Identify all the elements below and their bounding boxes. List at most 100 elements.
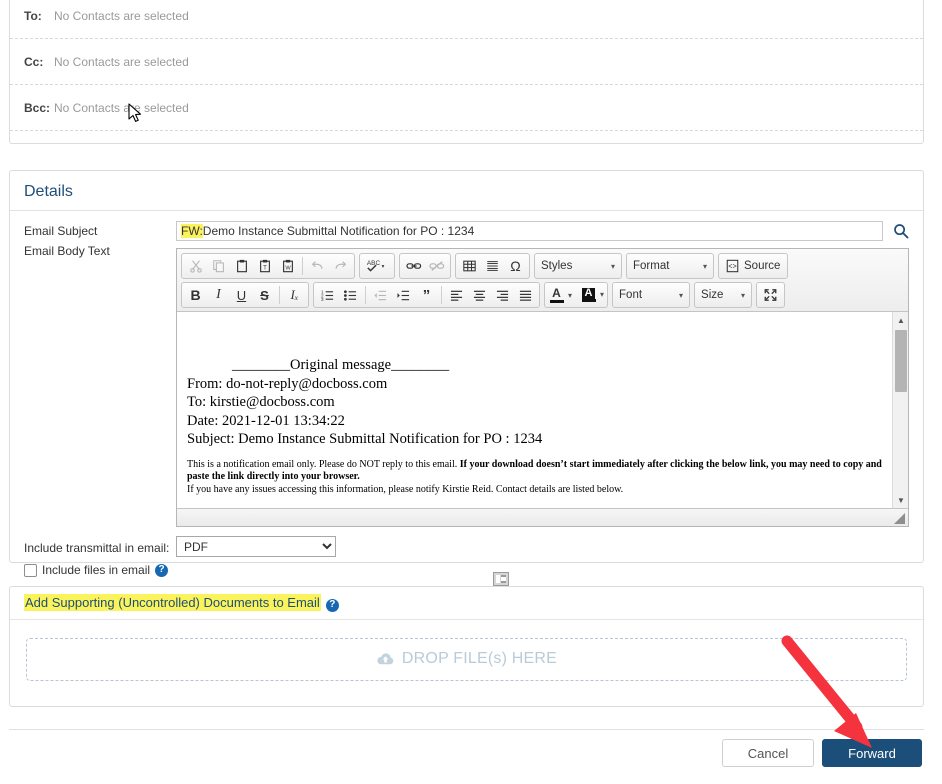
recipient-row-cc[interactable]: Cc: No Contacts are selected [10,39,923,85]
forward-email-dialog: To: No Contacts are selected Cc: No Cont… [0,0,942,784]
editor-content-area[interactable]: ________Original message________ From: d… [177,312,908,508]
cut-icon[interactable] [184,255,207,277]
maximize-icon[interactable] [759,284,782,306]
recipient-row-bcc[interactable]: Bcc: No Contacts are selected [10,85,923,131]
background-color-button[interactable]: A ▾ [579,287,605,303]
subject-prefix: FW: [181,224,203,238]
paragraph-group: 123 ” [313,282,540,308]
svg-text:<>: <> [728,264,736,272]
details-form: Email Subject FW:Demo Instance Submittal… [10,211,923,577]
chevron-down-icon: ▾ [610,261,615,271]
recipient-label-to: To: [24,8,42,23]
blockquote-button[interactable]: ” [415,284,438,306]
cancel-button[interactable]: Cancel [722,739,814,767]
supporting-title-text: Add Supporting (Uncontrolled) Documents … [24,594,321,611]
italic-button[interactable]: I [207,284,230,306]
forward-button[interactable]: Forward [822,739,922,767]
toolbar-divider [365,286,366,304]
transmittal-row: Include transmittal in email: PDF [24,536,909,557]
unlink-icon[interactable] [425,255,448,277]
copy-icon[interactable] [207,255,230,277]
maximize-group [756,282,786,308]
panel-toggle-icon[interactable] [493,572,509,586]
original-message-divider: ________Original message________ [232,357,450,373]
align-center-icon[interactable] [468,284,491,306]
format-dropdown[interactable]: Format ▾ [626,253,714,279]
text-color-button[interactable]: A ▾ [547,287,573,303]
email-body-label: Email Body Text [24,244,110,258]
source-code-icon: <> [726,259,739,273]
table-icon[interactable] [458,255,481,277]
size-dropdown[interactable]: Size ▾ [694,282,753,308]
toolbar-row-1: T W ABC Ω Styles ▾ Format ▾ <> Source [181,253,905,279]
font-dropdown[interactable]: Font ▾ [612,282,691,308]
rich-text-editor: T W ABC Ω Styles ▾ Format ▾ <> Source B … [176,248,909,527]
scroll-down-icon[interactable]: ▼ [893,492,908,508]
toolbar-row-2: B I U S Iₓ 123 ” A ▾ A ▾ Font ▾ Size ▾ [181,282,905,308]
note-plain-2: If you have any issues accessing this in… [187,483,624,495]
footer-divider [9,729,924,730]
recipient-label-bcc: Bcc: [24,100,51,115]
help-icon[interactable]: ? [325,598,339,612]
resize-grip[interactable] [894,513,905,524]
paste-as-plain-text-icon[interactable]: T [253,255,276,277]
recipient-value-bcc: No Contacts are selected [54,100,189,115]
redo-icon[interactable] [329,255,352,277]
styles-dropdown[interactable]: Styles ▾ [534,253,622,279]
toolbar-divider [279,286,280,304]
original-subject: Subject: Demo Instance Submittal Notific… [187,431,543,448]
link-icon[interactable] [402,255,425,277]
outdent-icon[interactable] [369,284,392,306]
special-character-icon[interactable]: Ω [504,255,527,277]
email-subject-input[interactable]: FW:Demo Instance Submittal Notification … [176,221,883,241]
recipient-row-to[interactable]: To: No Contacts are selected [10,0,923,39]
text-color-label: A [552,286,561,301]
editor-footer [177,508,908,526]
scroll-up-icon[interactable]: ▲ [893,312,908,328]
chevron-down-icon: ▾ [702,261,707,271]
basic-styles-group: B I U S Iₓ [181,282,309,308]
indent-icon[interactable] [392,284,415,306]
email-subject-row: Email Subject FW:Demo Instance Submittal… [24,221,909,241]
editor-text[interactable]: ________Original message________ From: d… [177,312,892,508]
bulleted-list-icon[interactable] [339,284,362,306]
link-group [399,253,451,279]
paste-icon[interactable] [230,255,253,277]
scrollbar-thumb[interactable] [895,330,907,392]
editor-scrollbar[interactable]: ▲ ▼ [892,312,908,508]
svg-text:ABC: ABC [367,260,381,267]
transmittal-select[interactable]: PDF [176,536,336,557]
styles-label: Styles [541,260,573,272]
help-icon[interactable]: ? [155,563,169,577]
include-files-checkbox[interactable] [24,563,37,577]
bg-color-label: A [581,287,596,300]
spellcheck-icon[interactable]: ABC [362,255,392,277]
size-label: Size [701,289,724,301]
chevron-down-icon: ▾ [568,290,573,300]
font-label: Font [619,289,643,301]
format-label: Format [633,260,670,272]
numbered-list-icon[interactable]: 123 [316,284,339,306]
undo-icon[interactable] [306,255,329,277]
details-title: Details [10,171,923,211]
search-icon[interactable] [893,223,909,239]
justify-icon[interactable] [514,284,537,306]
notification-note: This is a notification email only. Pleas… [187,459,882,497]
insert-group: Ω [455,253,530,279]
strikethrough-button[interactable]: S [253,284,276,306]
svg-text:W: W [285,266,291,272]
remove-format-button[interactable]: Iₓ [283,284,306,306]
include-files-row: Include files in email ? [24,563,909,577]
align-left-icon[interactable] [445,284,468,306]
clipboard-group: T W [181,253,355,279]
bold-button[interactable]: B [184,284,207,306]
note-plain-1: This is a notification email only. Pleas… [187,458,460,470]
source-button[interactable]: <> Source [718,253,789,279]
file-dropzone[interactable]: DROP FILE(s) HERE [26,637,907,681]
color-group: A ▾ A ▾ [544,282,609,308]
original-from: From: do-not-reply@docboss.com [187,375,388,392]
underline-button[interactable]: U [230,284,253,306]
align-right-icon[interactable] [491,284,514,306]
horizontal-rule-icon[interactable] [481,255,504,277]
paste-from-word-icon[interactable]: W [276,255,299,277]
